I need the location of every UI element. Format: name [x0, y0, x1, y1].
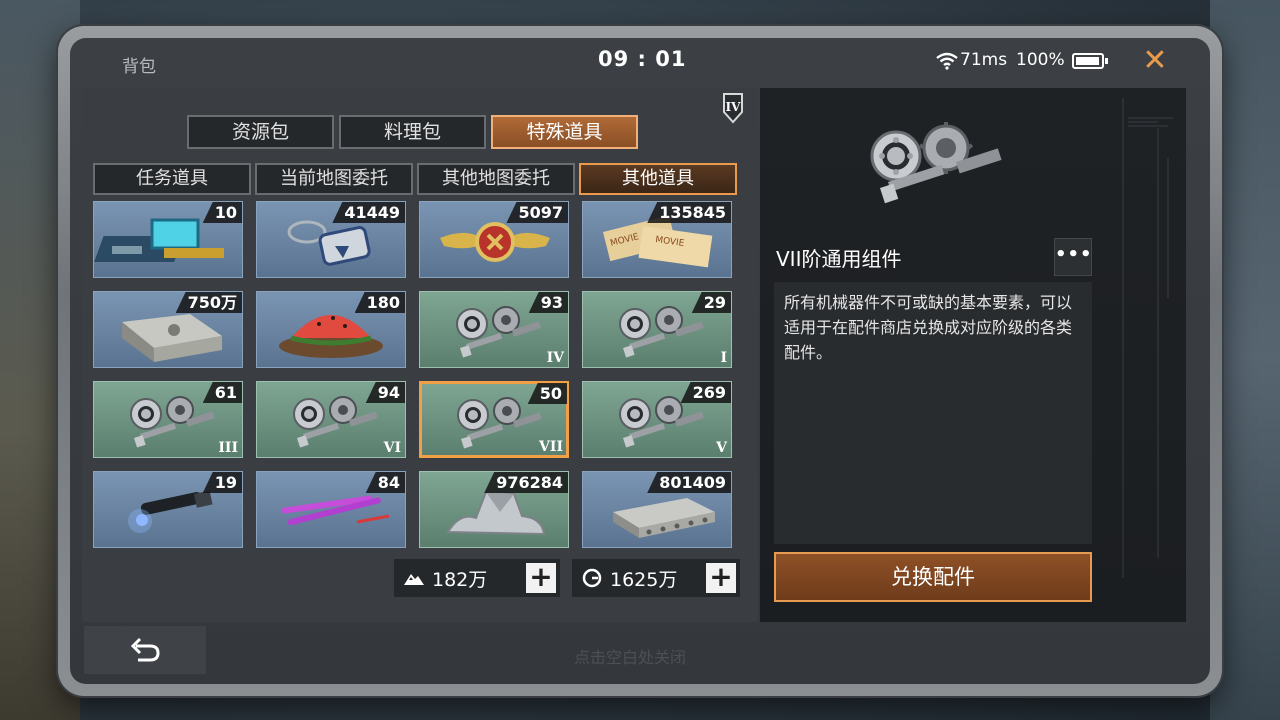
page-title: 背包 [122, 57, 156, 77]
item-count: 801409 [647, 472, 731, 493]
item-count: 750万 [175, 292, 242, 313]
primary-tabs: 资源包 料理包 特殊道具 [187, 115, 638, 149]
currency-coins: 1625万 + [572, 559, 740, 597]
inventory-panel: IV 资源包 料理包 特殊道具 任务道具 当前地图委托 其他地图委托 其他道具 … [82, 88, 758, 622]
coins-value: 1625万 [610, 568, 678, 591]
item-grade: V [716, 440, 727, 456]
inventory-slot[interactable]: 50 VII [419, 381, 569, 458]
inventory-slot[interactable]: 29 I [582, 291, 732, 368]
tab-current-map-commissions[interactable]: 当前地图委托 [255, 163, 413, 195]
item-description: 所有机械器件不可或缺的基本要素，可以适用于在配件商店兑换成对应阶级的各类配件。 [784, 293, 1073, 362]
decorative-lines [1122, 98, 1173, 578]
tab-quest-items[interactable]: 任务道具 [93, 163, 251, 195]
inventory-slot[interactable]: 180 [256, 291, 406, 368]
inventory-slot[interactable]: 10 [93, 201, 243, 278]
back-button[interactable] [84, 626, 206, 674]
inventory-slot[interactable]: 93 IV [419, 291, 569, 368]
return-arrow-icon [130, 637, 160, 662]
inventory-slot[interactable]: 5097 [419, 201, 569, 278]
ping-value: 71ms [960, 50, 1008, 70]
description-box: 所有机械器件不可或缺的基本要素，可以适用于在配件商店兑换成对应阶级的各类配件。 [774, 282, 1092, 544]
secondary-tabs: 任务道具 当前地图委托 其他地图委托 其他道具 [93, 163, 737, 195]
inventory-slot[interactable]: 976284 [419, 471, 569, 548]
item-count: 5097 [506, 202, 568, 223]
gear-component-image [870, 122, 1002, 204]
tab-resource-pack[interactable]: 资源包 [187, 115, 334, 149]
tab-special-items[interactable]: 特殊道具 [491, 115, 638, 149]
more-options-button[interactable]: ••• [1054, 238, 1092, 276]
inventory-slot[interactable]: 94 VI [256, 381, 406, 458]
item-grade: I [720, 350, 727, 366]
currency-materials: 182万 + [394, 559, 560, 597]
backpack-screen: 背包 09 : 01 71ms 100% ✕ IV 资源包 料理包 特殊道具 任… [70, 38, 1210, 684]
clock: 09 : 01 [598, 47, 687, 71]
materials-value: 182万 [432, 568, 488, 591]
status-bar: 背包 09 : 01 71ms 100% ✕ [70, 38, 1210, 88]
item-grade: IV [546, 350, 564, 366]
battery-icon [1072, 53, 1108, 69]
item-count: 976284 [484, 472, 568, 493]
inventory-slot[interactable]: 269 V [582, 381, 732, 458]
inventory-slot[interactable]: 19 [93, 471, 243, 548]
item-detail-panel: VII阶通用组件 ••• 所有机械器件不可或缺的基本要素，可以适用于在配件商店兑… [760, 88, 1186, 622]
inventory-slot[interactable]: 41449 [256, 201, 406, 278]
tier-badge-icon: IV [723, 93, 743, 124]
item-count: 135845 [647, 202, 731, 223]
item-grade: VII [539, 439, 563, 455]
wifi-icon [936, 52, 958, 70]
item-grade: VI [383, 440, 401, 456]
svg-text:IV: IV [726, 100, 742, 114]
exchange-parts-button[interactable]: 兑换配件 [774, 552, 1092, 602]
tab-other-items[interactable]: 其他道具 [579, 163, 737, 195]
tab-food-pack[interactable]: 料理包 [339, 115, 486, 149]
mountain-icon [402, 566, 426, 590]
add-coins-button[interactable]: + [706, 563, 736, 593]
close-icon[interactable]: ✕ [1140, 46, 1170, 76]
inventory-slot[interactable]: 84 [256, 471, 406, 548]
close-hint: 点击空白处关闭 [574, 648, 687, 667]
inventory-slot[interactable]: 61 III [93, 381, 243, 458]
battery-percent: 100% [1016, 50, 1065, 70]
add-materials-button[interactable]: + [526, 563, 556, 593]
item-grade: III [218, 440, 238, 456]
inventory-slot[interactable]: 750万 [93, 291, 243, 368]
item-name: VII阶通用组件 [776, 247, 902, 271]
inventory-slot[interactable]: 801409 [582, 471, 732, 548]
coin-g-icon [580, 566, 604, 590]
item-count: 41449 [332, 202, 405, 223]
item-grid: 10 41449 5097 MOVIE MOVIE 135845 750万 180 93 IV 29… [93, 201, 732, 548]
bottom-bar: 点击空白处关闭 [70, 626, 1210, 684]
inventory-slot[interactable]: MOVIE MOVIE 135845 [582, 201, 732, 278]
tab-other-map-commissions[interactable]: 其他地图委托 [417, 163, 575, 195]
